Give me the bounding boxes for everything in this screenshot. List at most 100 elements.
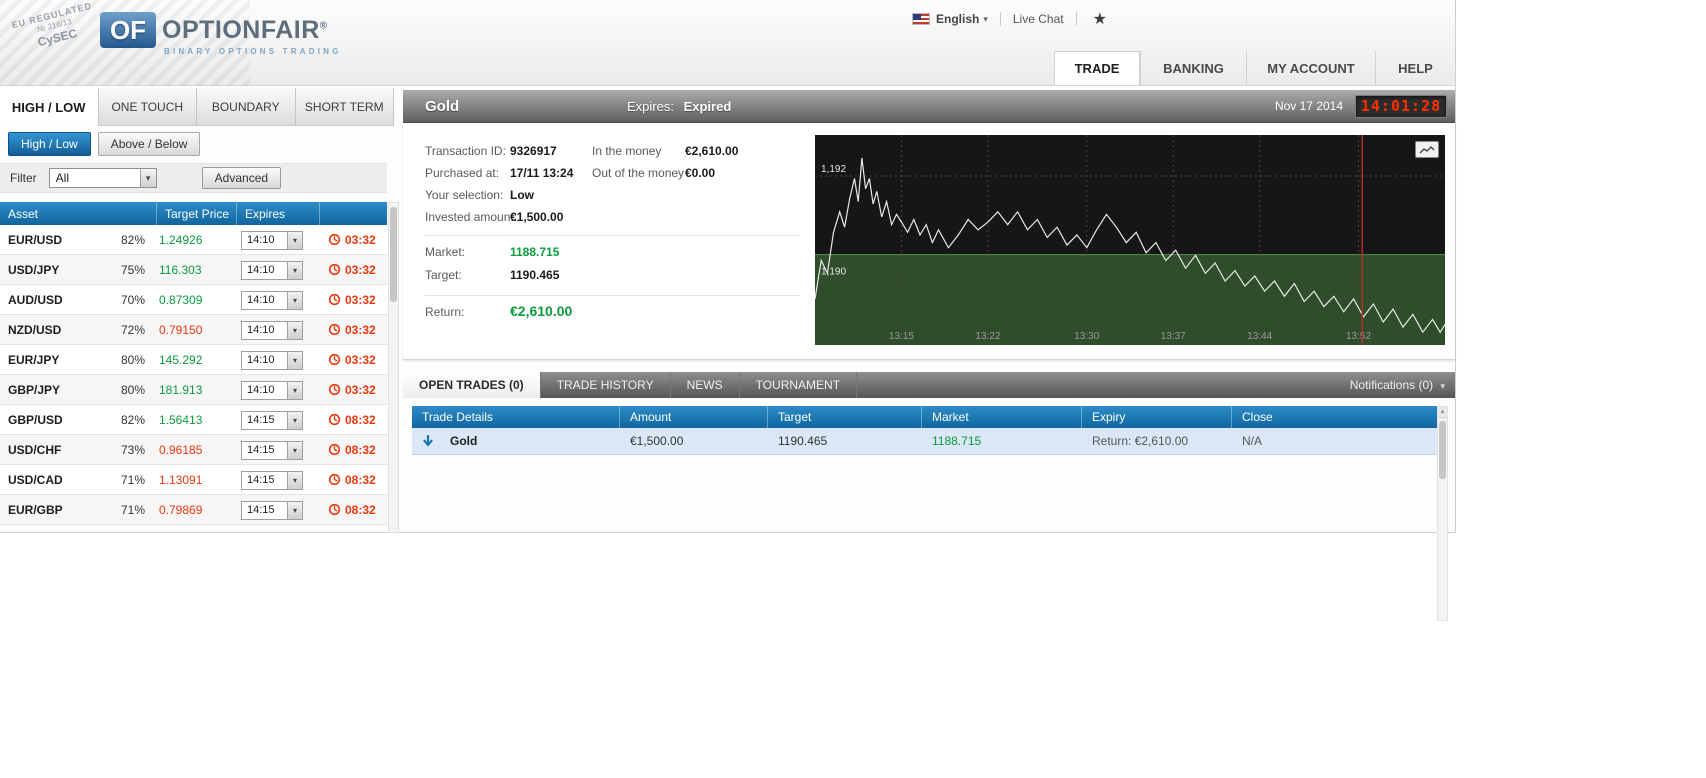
tab-trade-history[interactable]: TRADE HISTORY — [541, 372, 671, 398]
chevron-down-icon[interactable]: ▾ — [287, 471, 302, 489]
asset-row[interactable]: GBP/USD 82% 1.56413 14:15 ▾ 08:32 — [0, 405, 387, 435]
chart-mode-icon[interactable] — [1415, 141, 1439, 158]
countdown-clock-icon — [328, 263, 341, 276]
countdown-label: 08:32 — [345, 502, 376, 517]
tab-tournament[interactable]: TOURNAMENT — [740, 372, 858, 398]
asset-row[interactable]: EUR/GBP 71% 0.79869 14:15 ▾ 08:32 — [0, 495, 387, 525]
expiry-select[interactable]: 14:10 ▾ — [241, 230, 303, 250]
purchased-at-label: Purchased at: — [425, 166, 500, 180]
advanced-button[interactable]: Advanced — [201, 167, 282, 189]
expiry-select[interactable]: 14:15 ▾ — [241, 440, 303, 460]
countdown-label: 03:32 — [345, 352, 376, 367]
invested-amount-label: Invested amount: — [425, 210, 518, 224]
asset-row[interactable]: AUD/USD 70% 0.87309 14:10 ▾ 03:32 — [0, 285, 387, 315]
asset-countdown-cell: 03:32 — [320, 293, 387, 307]
asset-row[interactable]: NZD/USD 72% 0.79150 14:10 ▾ 03:32 — [0, 315, 387, 345]
expiry-select-value: 14:10 — [247, 323, 275, 336]
expiry-select[interactable]: 14:10 ▾ — [241, 350, 303, 370]
tab-news[interactable]: NEWS — [671, 372, 740, 398]
notifications-dropdown[interactable]: Notifications (0) ▾ — [1350, 372, 1445, 398]
chevron-down-icon[interactable]: ▾ — [287, 261, 302, 279]
expiry-select[interactable]: 14:15 ▾ — [241, 470, 303, 490]
asset-table-scrollbar[interactable] — [388, 202, 399, 533]
chevron-down-icon[interactable]: ▾ — [287, 321, 302, 339]
chevron-down-icon[interactable]: ▾ — [287, 381, 302, 399]
scrollbar-thumb[interactable] — [390, 207, 397, 302]
current-date: Nov 17 2014 — [1274, 99, 1343, 113]
open-trades-scrollbar[interactable]: ▲ — [1437, 406, 1448, 621]
header: EU REGULATED № 216/13 CySEC OF OPTIONFAI… — [0, 0, 1455, 86]
chevron-down-icon[interactable]: ▾ — [983, 14, 988, 25]
expiry-select[interactable]: 14:15 ▾ — [241, 410, 303, 430]
trade-amount: €1,500.00 — [630, 434, 684, 448]
column-close: Close — [1242, 410, 1273, 424]
brand-name: OPTIONFAIR® — [162, 16, 328, 45]
svg-text:13:30: 13:30 — [1074, 331, 1099, 342]
expiry-select[interactable]: 14:15 ▾ — [241, 500, 303, 520]
live-chat-link[interactable]: Live Chat — [1013, 12, 1064, 26]
asset-row[interactable]: USD/CAD 71% 1.13091 14:15 ▾ 08:32 — [0, 465, 387, 495]
tab-open-trades[interactable]: OPEN TRADES (0) — [403, 372, 541, 398]
nav-tab-trade[interactable]: TRADE — [1054, 51, 1140, 85]
asset-name: USD/CAD — [8, 472, 63, 487]
chevron-down-icon[interactable]: ▾ — [287, 351, 302, 369]
asset-price-cell: 1.56413 — [157, 411, 237, 429]
asset-payout: 73% — [120, 442, 145, 457]
nav-tab-banking[interactable]: BANKING — [1140, 51, 1246, 85]
expiry-select-value: 14:10 — [247, 293, 275, 306]
asset-expires-cell: 14:10 ▾ — [237, 350, 320, 370]
expiry-select[interactable]: 14:10 ▾ — [241, 320, 303, 340]
nav-tab-my-account[interactable]: MY ACCOUNT — [1246, 51, 1375, 85]
asset-row[interactable]: GBP/JPY 80% 181.913 14:10 ▾ 03:32 — [0, 375, 387, 405]
column-trade-details: Trade Details — [412, 406, 620, 428]
countdown-label: 03:32 — [345, 292, 376, 307]
asset-target-price: 0.96185 — [159, 442, 203, 457]
market-value: 1188.715 — [510, 245, 560, 259]
expiry-select[interactable]: 14:10 ▾ — [241, 380, 303, 400]
asset-row[interactable]: EUR/JPY 80% 145.292 14:10 ▾ 03:32 — [0, 345, 387, 375]
trade-detail-panel: Gold Expires: Expired Nov 17 2014 14:01:… — [403, 90, 1455, 621]
expiry-select[interactable]: 14:10 ▾ — [241, 260, 303, 280]
asset-countdown-cell: 03:32 — [320, 353, 387, 367]
tab-short-term[interactable]: SHORT TERM — [295, 88, 394, 126]
expiry-select[interactable]: 14:10 ▾ — [241, 290, 303, 310]
divider — [425, 235, 800, 236]
language-selector[interactable]: English — [936, 12, 979, 26]
trade-direction-down-icon — [423, 434, 433, 446]
subtab-above-below[interactable]: Above / Below — [97, 132, 201, 156]
chevron-down-icon[interactable]: ▾ — [139, 169, 156, 187]
favorites-star-icon[interactable]: ★ — [1093, 9, 1107, 29]
chevron-down-icon[interactable]: ▾ — [287, 411, 302, 429]
column-expires: Expires — [237, 202, 320, 225]
countdown-label: 03:32 — [345, 322, 376, 337]
filter-select[interactable]: All ▾ — [48, 168, 157, 188]
asset-countdown-cell: 08:32 — [320, 413, 387, 427]
tab-one-touch[interactable]: ONE TOUCH — [98, 88, 197, 126]
expiry-select-value: 14:10 — [247, 263, 275, 276]
countdown-clock-icon — [328, 233, 341, 246]
expiry-select-value: 14:15 — [247, 503, 275, 516]
chevron-down-icon[interactable]: ▾ — [287, 291, 302, 309]
asset-name: AUD/USD — [8, 292, 63, 307]
return-label: Return: — [425, 305, 465, 319]
scrollbar-up-arrow[interactable]: ▲ — [1438, 407, 1447, 418]
chevron-down-icon[interactable]: ▾ — [287, 501, 302, 519]
open-trade-row[interactable]: Gold €1,500.00 1190.465 1188.715 Return:… — [412, 428, 1440, 455]
tab-high-low[interactable]: HIGH / LOW — [0, 88, 99, 126]
tab-boundary[interactable]: BOUNDARY — [197, 88, 296, 126]
subtab-high-low[interactable]: High / Low — [8, 132, 91, 156]
chevron-down-icon: ▾ — [1440, 381, 1445, 391]
asset-row[interactable]: USD/JPY 75% 116.303 14:10 ▾ 03:32 — [0, 255, 387, 285]
column-market: Market — [922, 406, 1082, 428]
asset-row[interactable]: EUR/USD 82% 1.24926 14:10 ▾ 03:32 — [0, 225, 387, 255]
chevron-down-icon[interactable]: ▾ — [287, 441, 302, 459]
scrollbar-thumb[interactable] — [1439, 421, 1446, 479]
screen: EU REGULATED № 216/13 CySEC OF OPTIONFAI… — [0, 0, 1706, 778]
filter-bar: Filter All ▾ Advanced — [0, 163, 387, 193]
chevron-down-icon[interactable]: ▾ — [287, 231, 302, 249]
asset-row[interactable]: USD/CHF 73% 0.96185 14:15 ▾ 08:32 — [0, 435, 387, 465]
transaction-id-value: 9326917 — [510, 144, 557, 158]
countdown-clock-icon — [328, 383, 341, 396]
nav-tab-help[interactable]: HELP — [1375, 51, 1455, 85]
asset-target-price: 1.13091 — [159, 472, 203, 487]
